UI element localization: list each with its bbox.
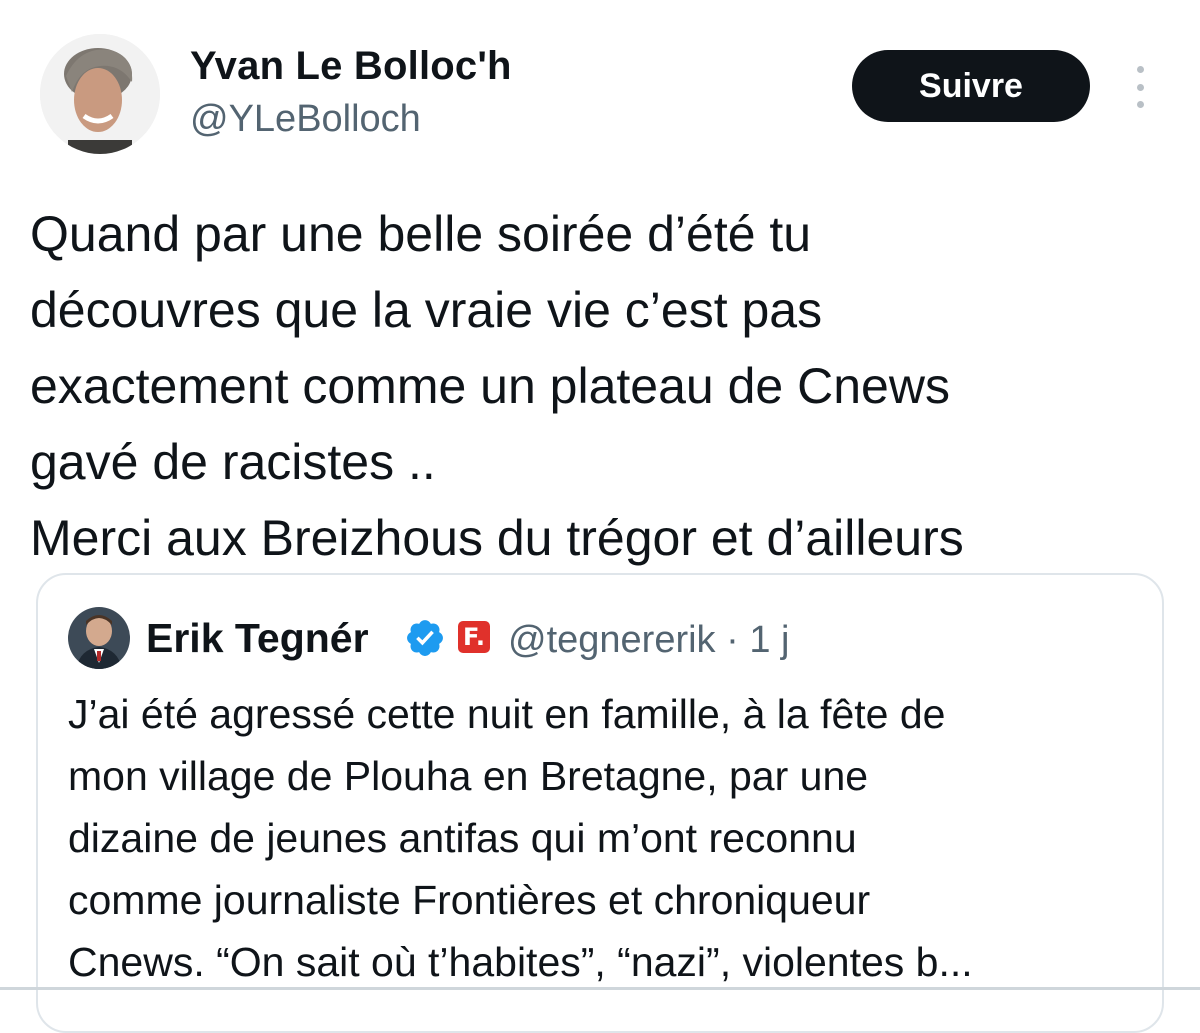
quoted-tweet-card[interactable]: Erik Tegnér F. @tegnererik · 1 j J’ai ét… [36, 573, 1164, 1033]
quoted-author-name[interactable]: Erik Tegnér [146, 615, 369, 662]
quoted-author-avatar[interactable] [68, 607, 130, 669]
more-dot [1136, 66, 1144, 73]
quoted-avatar-image [68, 607, 130, 669]
affiliation-badge-icon: F. [458, 621, 490, 653]
more-vertical-icon[interactable] [1126, 66, 1154, 108]
more-dot [1136, 83, 1144, 91]
author-display-name[interactable]: Yvan Le Bolloc'h [190, 44, 512, 89]
tweet-text: Quand par une belle soirée d’été tu déco… [30, 206, 964, 566]
more-dot [1136, 101, 1144, 108]
quoted-handle-and-time: @tegnererik · 1 j [508, 619, 790, 661]
verified-badge-icon [407, 620, 443, 656]
avatar-image [40, 34, 160, 154]
author-handle[interactable]: @YLeBolloch [190, 98, 421, 141]
follow-button[interactable]: Suivre [852, 50, 1090, 122]
quoted-tweet-text: J’ai été agressé cette nuit en famille, … [68, 691, 973, 985]
author-avatar[interactable] [40, 34, 160, 154]
